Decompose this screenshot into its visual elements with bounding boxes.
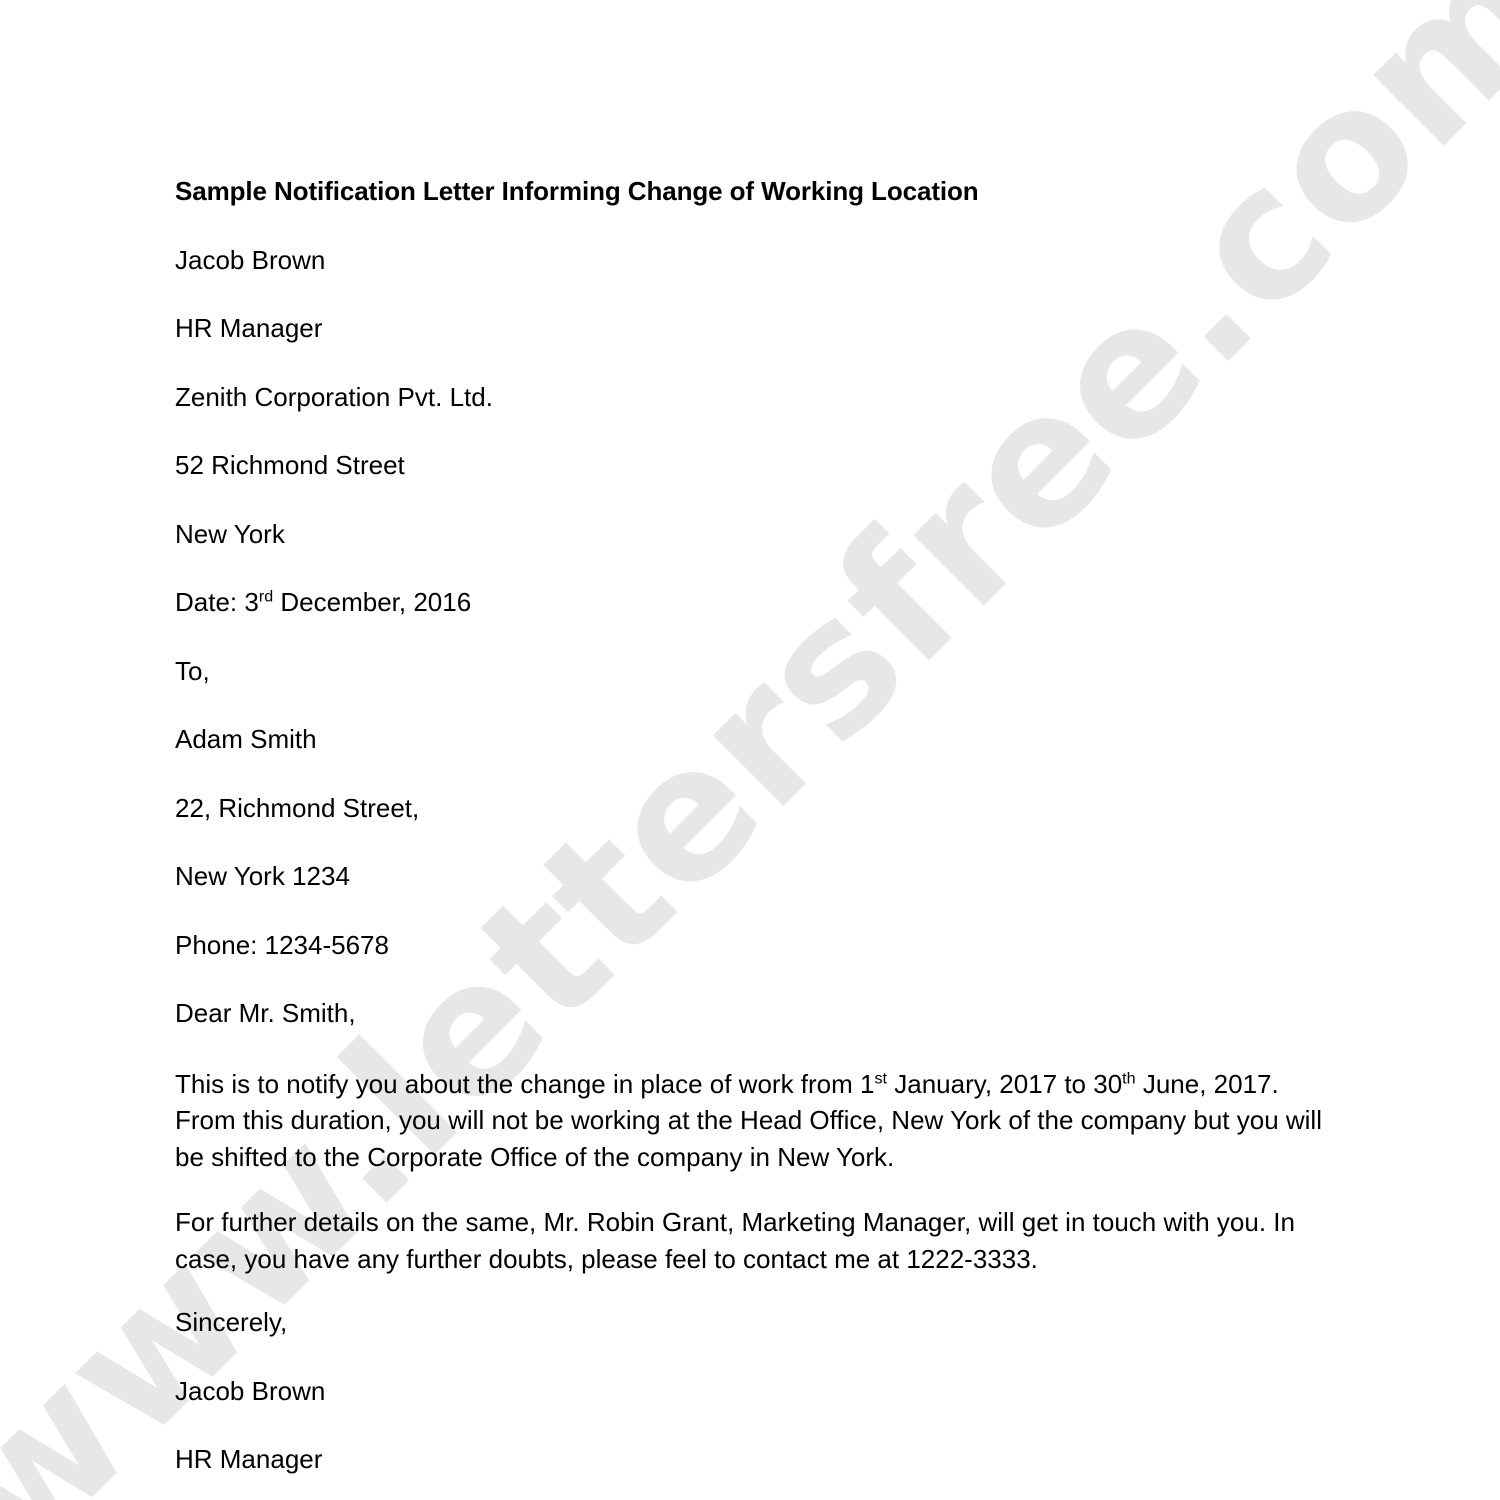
closing-name: Jacob Brown — [175, 1375, 326, 1406]
body-p1-ordinal-2: th — [1122, 1068, 1136, 1087]
closing-designation: HR Manager — [175, 1444, 323, 1475]
letter-date: Date: 3rd December, 2016 — [175, 586, 1327, 619]
sender-designation: HR Manager — [175, 313, 323, 343]
sender-company: Zenith Corporation Pvt. Ltd. — [175, 381, 493, 412]
body-p1-part1: This is to notify you about the change i… — [175, 1068, 875, 1099]
recipient-street: 22, Richmond Street, — [175, 792, 420, 823]
sender-street: 52 Richmond Street — [175, 450, 405, 480]
date-prefix: Date: 3 — [175, 587, 259, 617]
recipient-city-zip: New York 1234 — [175, 861, 350, 891]
recipient-to-label: To, — [175, 655, 210, 686]
body-paragraph-1: This is to notify you about the change i… — [175, 1066, 1327, 1177]
body-paragraph-2: For further details on the same, Mr. Rob… — [175, 1207, 1295, 1275]
salutation: Dear Mr. Smith, — [175, 998, 356, 1028]
date-ordinal-suffix: rd — [258, 587, 274, 606]
body-p1-ordinal-1: st — [874, 1068, 888, 1087]
body-p1-part2: January, 2017 to 30 — [887, 1068, 1123, 1099]
recipient-phone: Phone: 1234-5678 — [175, 929, 389, 960]
sender-name: Jacob Brown — [175, 244, 326, 275]
sender-city: New York — [175, 518, 285, 549]
closing-valediction: Sincerely, — [175, 1307, 288, 1338]
date-remainder: December, 2016 — [273, 587, 472, 617]
page-title: Sample Notification Letter Informing Cha… — [175, 176, 979, 206]
letter-body: Sample Notification Letter Informing Cha… — [175, 175, 1327, 1500]
recipient-name: Adam Smith — [175, 724, 317, 754]
letter-page: www.lettersfree.com Sample Notification … — [0, 0, 1500, 1500]
